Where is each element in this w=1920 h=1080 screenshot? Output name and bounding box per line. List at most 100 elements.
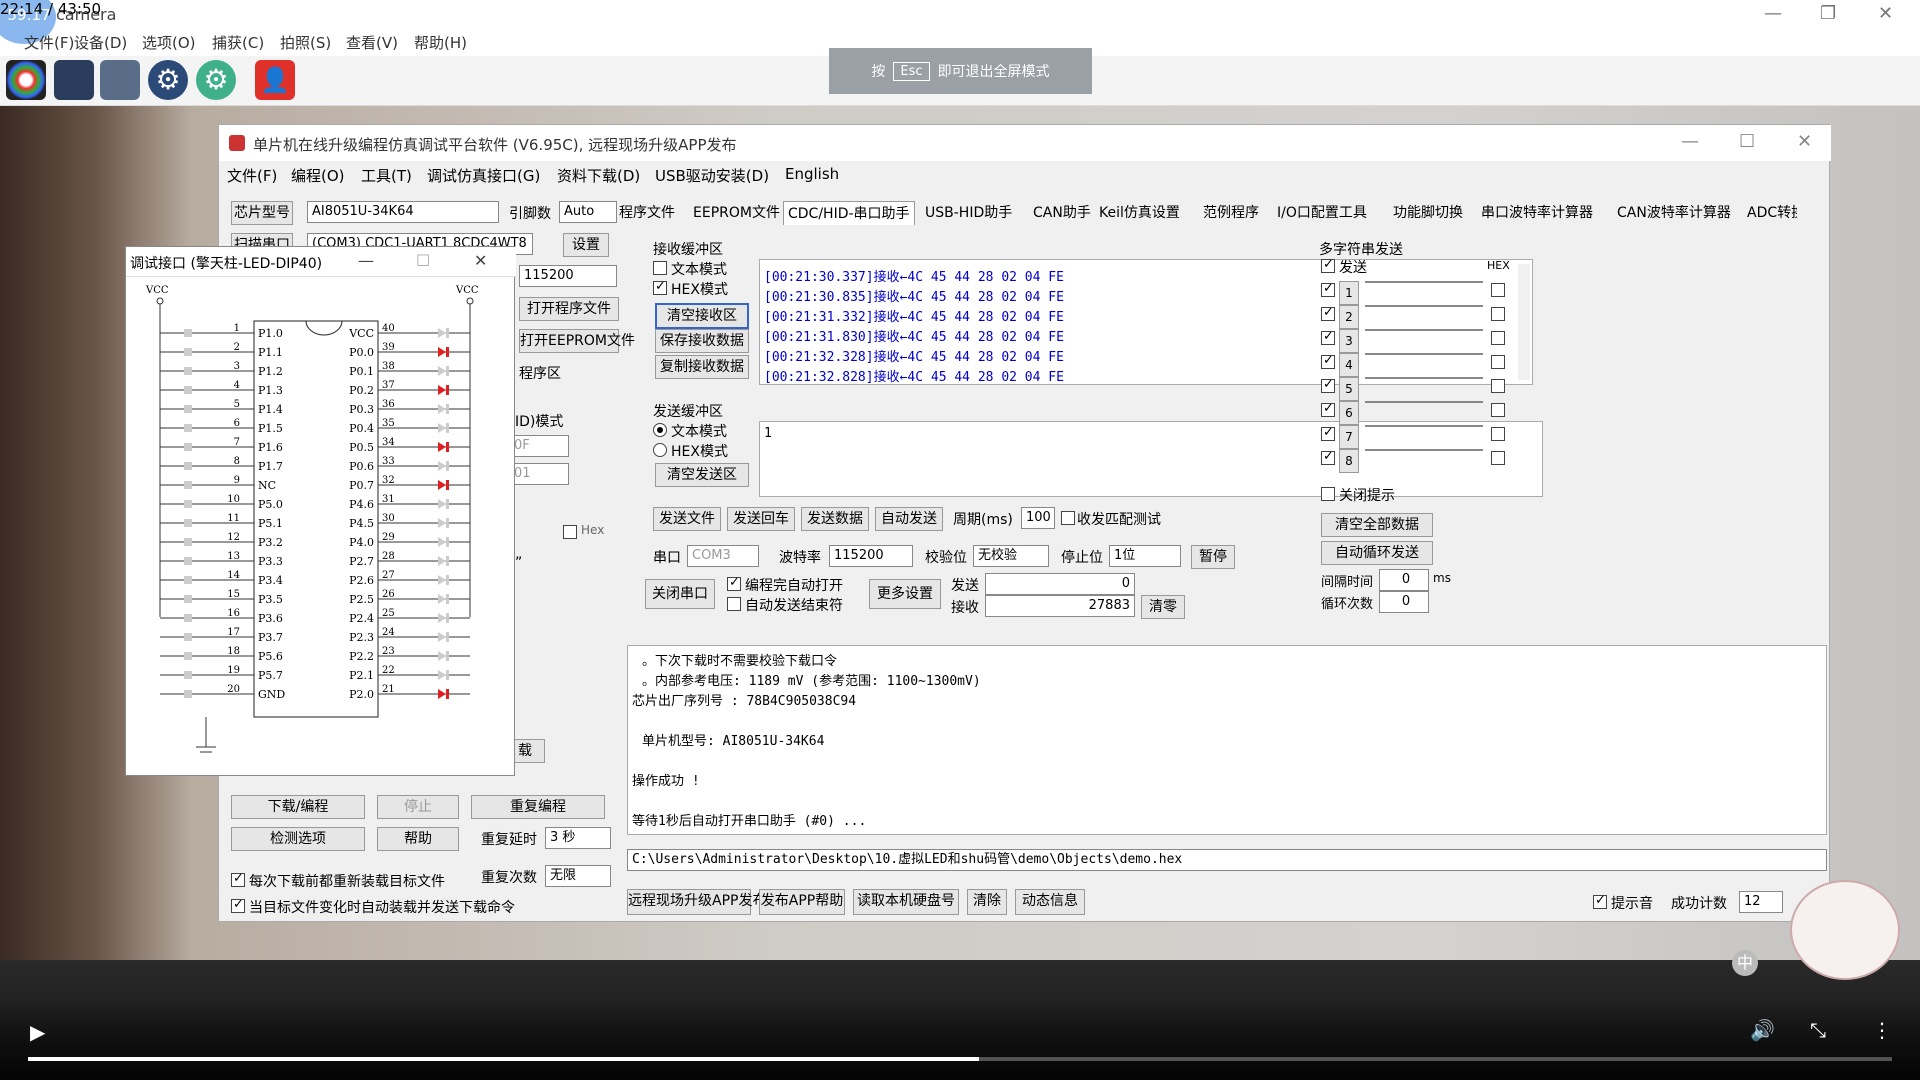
- pause-button[interactable]: 暂停: [1191, 545, 1235, 569]
- user-icon[interactable]: 👤: [255, 60, 295, 100]
- settings-green-icon[interactable]: ⚙: [196, 60, 236, 100]
- help-button[interactable]: 帮助: [377, 827, 459, 851]
- menu-device[interactable]: 设备(D): [74, 32, 127, 53]
- tab-can-baud-calc[interactable]: CAN波特率计算器: [1617, 201, 1731, 225]
- close-port-button[interactable]: 关闭串口: [645, 579, 715, 609]
- isp-menu-program[interactable]: 编程(O): [291, 165, 345, 186]
- stopbit-select[interactable]: 1位: [1109, 545, 1181, 567]
- stop-button[interactable]: 停止: [377, 795, 459, 819]
- multi-row-input[interactable]: [1365, 401, 1483, 403]
- isp-menu-file[interactable]: 文件(F): [227, 165, 277, 186]
- multi-row-hex-checkbox[interactable]: [1491, 331, 1505, 345]
- multi-row-checkbox[interactable]: [1321, 401, 1335, 417]
- debug-minimize-icon[interactable]: —: [358, 251, 374, 270]
- hex-checkbox[interactable]: [563, 525, 577, 539]
- check-options-button[interactable]: 检测选项: [231, 827, 365, 851]
- play-icon[interactable]: ▶: [30, 1020, 45, 1044]
- multi-row-checkbox[interactable]: [1321, 377, 1335, 393]
- open-eeprom-button[interactable]: 打开EEPROM文件: [519, 329, 635, 353]
- multi-row-number[interactable]: 1: [1339, 281, 1359, 305]
- copy-recv-button[interactable]: 复制接收数据: [655, 355, 749, 379]
- send-text-mode-radio[interactable]: [653, 423, 667, 437]
- delay-select[interactable]: 3 秒: [545, 827, 611, 849]
- multi-row-input[interactable]: [1365, 353, 1483, 355]
- send-hex-mode-radio[interactable]: [653, 443, 667, 457]
- tab-adc[interactable]: ADC转换: [1747, 201, 1797, 225]
- isp-maximize-icon[interactable]: ☐: [1739, 131, 1755, 152]
- tab-pin-switch[interactable]: 功能脚切换: [1393, 201, 1463, 225]
- pin-select[interactable]: Auto: [559, 201, 617, 223]
- color-wheel-icon[interactable]: [6, 60, 46, 100]
- multi-row-number[interactable]: 7: [1339, 425, 1359, 449]
- multi-row-checkbox[interactable]: [1321, 281, 1335, 297]
- open-program-button[interactable]: 打开程序文件: [519, 297, 619, 321]
- field-a[interactable]: 0F: [509, 435, 569, 457]
- camera-icon[interactable]: [54, 60, 94, 100]
- multi-row-checkbox[interactable]: [1321, 353, 1335, 369]
- multi-row-hex-checkbox[interactable]: [1491, 403, 1505, 417]
- save-recv-button[interactable]: 保存接收数据: [655, 329, 749, 353]
- multi-row-number[interactable]: 6: [1339, 401, 1359, 425]
- field-b[interactable]: 01: [509, 463, 569, 485]
- multi-row-number[interactable]: 4: [1339, 353, 1359, 377]
- tone-checkbox[interactable]: [1593, 893, 1607, 909]
- chip-select[interactable]: AI8051U-34K64: [307, 201, 499, 223]
- auto-send-button[interactable]: 自动发送: [875, 507, 943, 531]
- settings-gear-icon[interactable]: ⚙: [148, 60, 188, 100]
- debug-maximize-icon[interactable]: ☐: [416, 251, 430, 270]
- tab-usb-hid[interactable]: USB-HID助手: [925, 201, 1012, 225]
- match-test-checkbox[interactable]: [1061, 511, 1075, 525]
- count-select[interactable]: 无限: [545, 865, 611, 887]
- multi-row-number[interactable]: 8: [1339, 449, 1359, 473]
- auto-end-checkbox[interactable]: [727, 597, 741, 611]
- tab-can[interactable]: CAN助手: [1033, 201, 1091, 225]
- multi-row-number[interactable]: 2: [1339, 305, 1359, 329]
- isp-menu-download[interactable]: 资料下载(D): [557, 165, 640, 186]
- isp-menu-english[interactable]: English: [785, 165, 839, 183]
- port-short-select[interactable]: COM3: [687, 545, 759, 567]
- remote-upgrade-button[interactable]: 远程现场升级APP发布: [627, 889, 766, 915]
- isp-minimize-icon[interactable]: —: [1681, 131, 1699, 152]
- tab-io-config[interactable]: I/O口配置工具: [1277, 201, 1367, 225]
- send-data-button[interactable]: 发送数据: [801, 507, 869, 531]
- isp-menu-usb[interactable]: USB驱动安装(D): [655, 165, 769, 186]
- setting-button[interactable]: 设置: [563, 233, 609, 257]
- tab-eeprom-file[interactable]: EEPROM文件: [693, 201, 780, 225]
- isp-menu-debug[interactable]: 调试仿真接口(G): [427, 165, 540, 186]
- minimize-icon[interactable]: —: [1764, 3, 1782, 24]
- multi-row-input[interactable]: [1365, 449, 1483, 451]
- menu-view[interactable]: 查看(V): [346, 32, 398, 53]
- menu-photo[interactable]: 拍照(S): [280, 32, 331, 53]
- chinese-ime-icon[interactable]: 中: [1732, 950, 1758, 976]
- menu-options[interactable]: 选项(O): [142, 32, 196, 53]
- video-camera-icon[interactable]: [100, 60, 140, 100]
- volume-icon[interactable]: 🔊: [1750, 1018, 1775, 1042]
- download-button[interactable]: 下载/编程: [231, 795, 365, 819]
- tab-program-file[interactable]: 程序文件: [619, 201, 675, 225]
- recv-textarea[interactable]: [00:21:30.337]接收←4C 45 44 28 02 04 FE [0…: [759, 259, 1533, 385]
- multi-row-hex-checkbox[interactable]: [1491, 427, 1505, 441]
- multi-row-number[interactable]: 3: [1339, 329, 1359, 353]
- clear-count-button[interactable]: 清零: [1141, 595, 1185, 619]
- isp-menu-tools[interactable]: 工具(T): [361, 165, 412, 186]
- exit-fullscreen-icon[interactable]: ⤡: [1810, 1018, 1826, 1042]
- clear-log-button[interactable]: 清除: [967, 889, 1007, 915]
- send-file-button[interactable]: 发送文件: [653, 507, 721, 531]
- dynamic-info-button[interactable]: 动态信息: [1015, 889, 1085, 915]
- more-options-icon[interactable]: ⋮: [1872, 1018, 1892, 1042]
- multi-row-hex-checkbox[interactable]: [1491, 283, 1505, 297]
- reload-checkbox[interactable]: [231, 871, 245, 887]
- multi-row-hex-checkbox[interactable]: [1491, 355, 1505, 369]
- more-settings-button[interactable]: 更多设置: [869, 579, 941, 609]
- read-disk-button[interactable]: 读取本机硬盘号: [853, 889, 959, 915]
- multi-row-input[interactable]: [1365, 305, 1483, 307]
- reprogram-button[interactable]: 重复编程: [471, 795, 605, 819]
- loop-input[interactable]: 0: [1379, 591, 1429, 613]
- multi-row-checkbox[interactable]: [1321, 449, 1335, 465]
- isp-close-icon[interactable]: ✕: [1797, 131, 1812, 152]
- multi-row-input[interactable]: [1365, 425, 1483, 427]
- publish-help-button[interactable]: 发布APP帮助: [759, 889, 845, 915]
- multi-row-hex-checkbox[interactable]: [1491, 379, 1505, 393]
- auto-load-checkbox[interactable]: [231, 897, 245, 913]
- multi-row-hex-checkbox[interactable]: [1491, 451, 1505, 465]
